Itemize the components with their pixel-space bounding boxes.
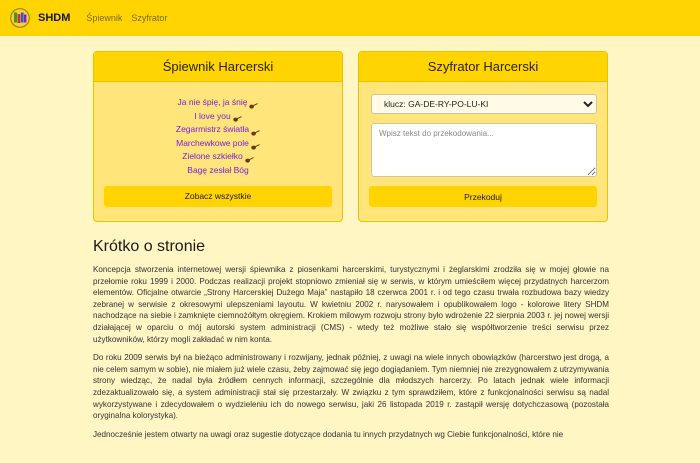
about-heading: Krótko o stronie [93,238,206,255]
cipher-card: Szyfrator Harcerski klucz: GA-DE-RY-PO-L… [358,51,608,222]
guitar-icon [251,141,260,150]
song-title[interactable]: Zielone szkiełko [182,151,242,161]
cipher-title: Szyfrator Harcerski [359,52,607,82]
about-paragraph: Jednocześnie jestem otwarty na uwagi ora… [93,429,564,439]
song-list: Ja nie śpię, ja śnię I love you Zegarmistr… [94,96,342,178]
cipher-text-input[interactable] [371,123,597,177]
about-section: Krótko o stronie Koncepcja stworzenia in… [93,238,609,447]
song-item[interactable]: Zielone szkiełko [94,150,342,164]
song-item[interactable]: Zegarmistrz światła [94,123,342,137]
nav-link-songbook[interactable]: Śpiewnik [86,13,122,23]
song-item[interactable]: Ja nie śpię, ja śnię [94,96,342,110]
see-all-button[interactable]: Zobacz wszystkie [104,185,332,207]
song-item[interactable]: Bagę zesłał Bóg [94,164,342,178]
song-title[interactable]: Bagę zesłał Bóg [187,165,248,175]
song-title[interactable]: I love you [194,111,230,121]
guitar-icon [251,127,260,136]
song-item[interactable]: I love you [94,110,342,124]
guitar-icon [232,113,242,122]
song-title[interactable]: Marchewkowe pole [176,138,249,148]
encode-button[interactable]: Przekoduj [369,186,597,207]
guitar-icon [245,154,254,163]
cipher-key-select[interactable]: klucz: GA-DE-RY-PO-LU-KI [371,94,597,114]
songbook-card: Śpiewnik Harcerski Ja nie śpię, ja śnię I… [93,51,343,222]
nav-link-cipher[interactable]: Szyfrator [131,13,167,23]
navbar: SHDM Śpiewnik Szyfrator [0,0,700,36]
guitar-icon [249,100,259,109]
song-title[interactable]: Zegarmistrz światła [176,124,249,134]
about-paragraph: Koncepcja stworzenia internetowej wersji… [93,265,609,344]
brand-name[interactable]: SHDM [38,12,70,24]
songbook-title: Śpiewnik Harcerski [94,52,342,82]
song-item[interactable]: Marchewkowe pole [94,137,342,151]
shdm-logo[interactable] [10,8,30,28]
about-paragraph: Do roku 2009 serwis był na bieżąco admin… [93,353,609,421]
song-title[interactable]: Ja nie śpię, ja śnię [178,97,248,107]
